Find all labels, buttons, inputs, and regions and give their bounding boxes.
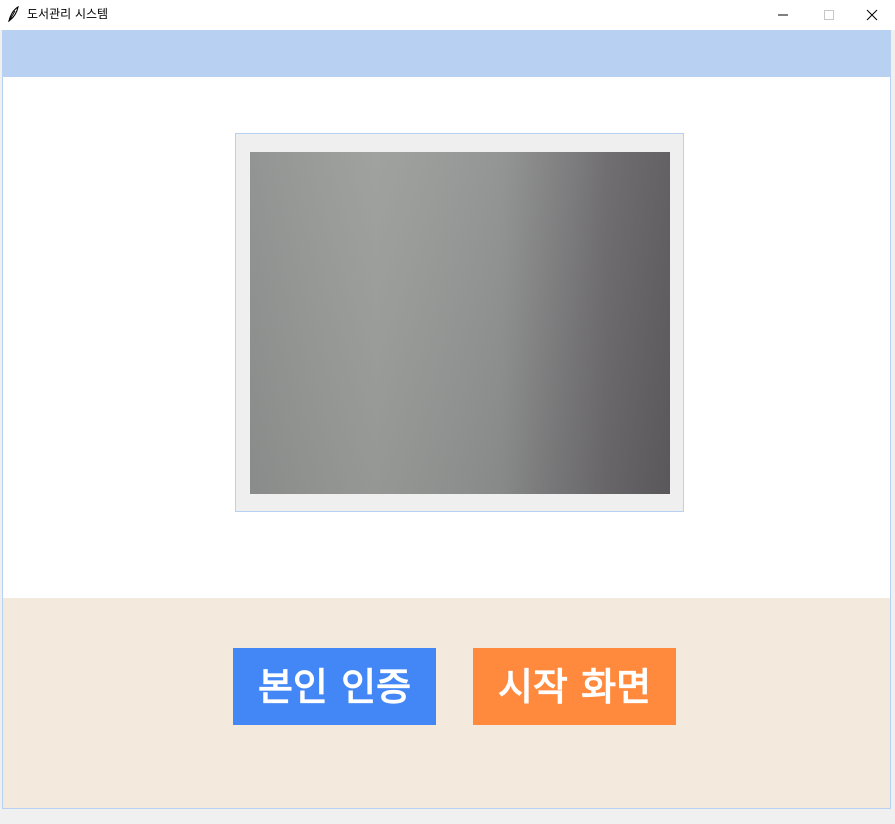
maximize-icon [823,6,835,25]
close-icon [866,6,878,25]
close-button[interactable] [849,0,895,30]
feather-icon [6,5,20,23]
action-panel: 본인 인증 시작 화면 [3,598,890,808]
start-screen-label: 시작 화면 [497,664,652,709]
window-bottom-edge [0,809,895,824]
identity-verify-button[interactable]: 본인 인증 [233,648,436,725]
minimize-button[interactable] [760,0,806,30]
camera-frame [235,133,684,512]
window-title: 도서관리 시스템 [27,7,109,21]
app-window: 도서관리 시스템 본인 인증 시작 화면 [0,0,895,824]
header-band [3,31,890,77]
camera-preview [250,152,670,494]
maximize-button[interactable] [806,0,852,30]
title-bar[interactable]: 도서관리 시스템 [0,0,895,30]
minimize-icon [777,6,789,25]
identity-verify-label: 본인 인증 [257,664,412,709]
main-content: 본인 인증 시작 화면 [2,30,891,809]
start-screen-button[interactable]: 시작 화면 [473,648,676,725]
